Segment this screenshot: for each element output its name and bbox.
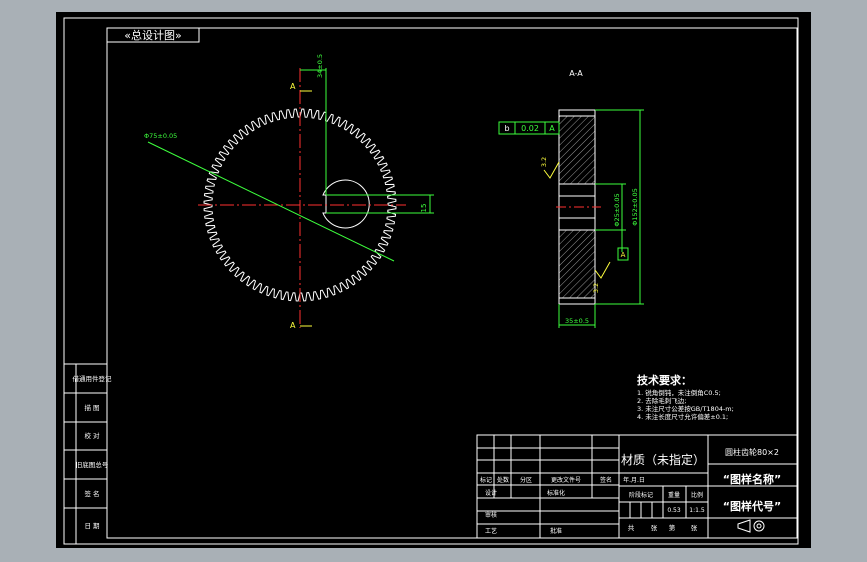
runout-symbol: b	[504, 124, 509, 133]
gear-section-view: A-A b 0.02 A 3.2 3.2 Φ25±0.05 A Φ152±0.0…	[498, 69, 644, 328]
cad-drawing: «总设计图» 借通用件登记 描 图 校 对 旧底图总号 签 名 日 期 A A …	[63, 17, 799, 545]
tb-review-label: 审核	[485, 511, 497, 519]
tb-sheet-3: 张	[691, 523, 698, 532]
tb-change-5: 年.月.日	[623, 476, 645, 484]
dim-leader-line	[147, 141, 395, 262]
strip-label-5: 日 期	[84, 522, 100, 530]
tb-change-4: 签名	[600, 476, 612, 484]
dim-bore-group	[595, 183, 626, 252]
tb-scale-value: 1:1.5	[689, 507, 705, 514]
tb-process-label: 工艺	[485, 527, 497, 535]
dim-right-group	[326, 194, 434, 214]
projection-symbol-icon	[737, 519, 765, 533]
bore-with-keyway	[322, 179, 370, 229]
tech-item-1: 2. 去除毛刺飞边;	[637, 396, 686, 405]
section-marker-top: A	[290, 82, 296, 91]
tb-scale-label: 比例	[691, 491, 703, 499]
runout-value: 0.02	[521, 124, 539, 133]
tb-stage-label: 阶段标记	[629, 491, 653, 499]
tech-heading: 技术要求：	[637, 373, 692, 387]
tb-sheet-0: 共	[628, 523, 635, 532]
tb-weight-value: 0.53	[667, 507, 681, 514]
tb-change-2: 分区	[520, 476, 532, 484]
section-hatch-bottom	[558, 229, 596, 299]
tech-item-2: 3. 未注尺寸公差按GB/T1804-m;	[637, 404, 734, 413]
section-marker-bottom: A	[290, 321, 296, 330]
tb-change-1: 处数	[497, 476, 509, 484]
strip-label-4: 签 名	[84, 489, 99, 498]
dim-right-text: 15	[420, 204, 428, 213]
tb-change-3: 更改文件号	[551, 476, 581, 484]
strip-label-1: 描 图	[84, 403, 99, 412]
roughness-bottom-text: 3.2	[592, 283, 600, 293]
left-strip	[64, 363, 107, 544]
strip-label-2: 校 对	[84, 431, 100, 440]
tb-change-0: 标记	[480, 476, 492, 484]
dim-leader-text: Φ75±0.05	[144, 132, 177, 140]
tech-requirements: 技术要求： 1. 锐角倒钝，未注倒角C0.5; 2. 去除毛刺飞边; 3. 未注…	[637, 373, 734, 421]
section-title: A-A	[569, 69, 583, 78]
dim-top-group	[300, 68, 327, 195]
dim-top-text: 34±0.5	[316, 54, 324, 78]
roughness-symbol-bottom	[594, 261, 611, 279]
runout-datum: A	[549, 124, 555, 133]
tb-sheet-1: 张	[651, 523, 658, 532]
tb-approve-label: 批准	[550, 527, 562, 535]
roughness-top-text: 3.2	[540, 157, 548, 167]
stamp-label: «总设计图»	[124, 28, 181, 42]
tb-standard-label: 标准化	[547, 489, 565, 497]
tb-material: 材质（未指定）	[621, 452, 705, 467]
gear-main-view: A A 34±0.5 15 Φ75±0.05	[144, 54, 434, 330]
tb-part-spec: 圆柱齿轮80×2	[725, 447, 779, 457]
strip-label-3: 旧底图总号	[76, 460, 109, 469]
dim-width-text: 35±0.5	[565, 317, 589, 325]
tb-drawing-name: “图样名称”	[723, 472, 781, 486]
drawing-viewport[interactable]: «总设计图» 借通用件登记 描 图 校 对 旧底图总号 签 名 日 期 A A …	[56, 12, 811, 548]
tb-drawing-code: “图样代号”	[723, 499, 781, 513]
dim-outer-text: Φ152±0.05	[631, 188, 639, 225]
tb-sheet-2: 第	[669, 523, 676, 532]
tech-item-3: 4. 未注长度尺寸允许偏差±0.1;	[637, 412, 728, 421]
strip-label-0: 借通用件登记	[73, 374, 113, 383]
datum-tag-text: A	[621, 251, 626, 259]
tb-designer-label: 设计	[485, 489, 497, 497]
dim-bore-text: Φ25±0.05	[613, 193, 621, 226]
tb-weight-label: 重量	[668, 491, 680, 499]
tech-item-0: 1. 锐角倒钝，未注倒角C0.5;	[637, 388, 721, 397]
section-hatch-top	[558, 115, 596, 185]
